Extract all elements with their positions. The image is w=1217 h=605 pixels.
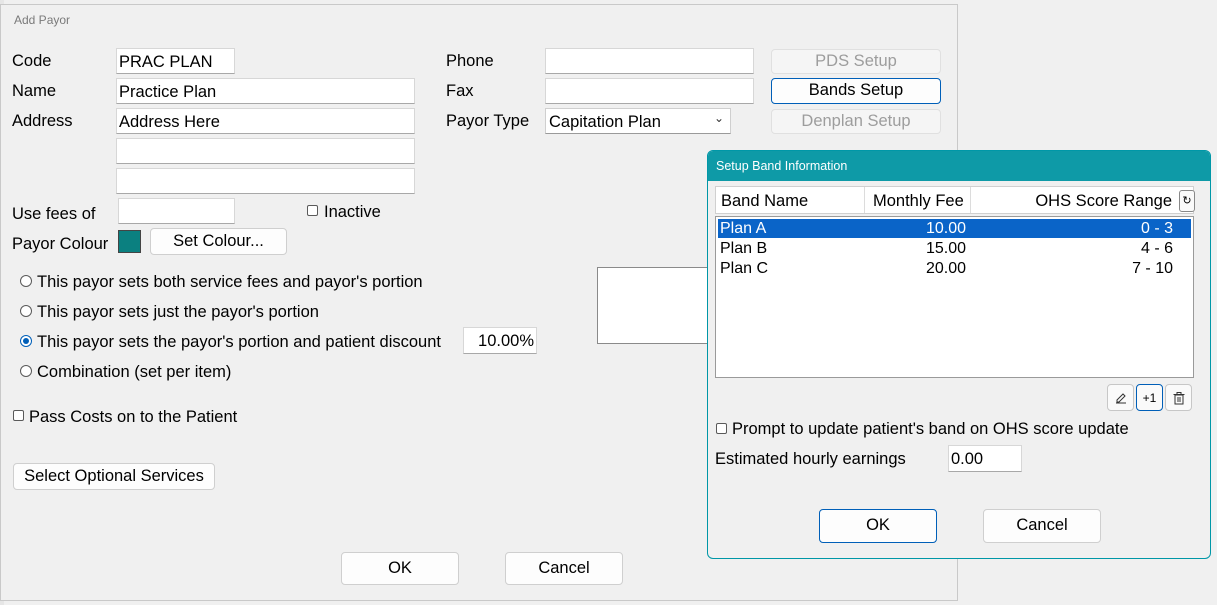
bands-setup-button[interactable]: Bands Setup	[771, 78, 941, 104]
radio-combination-label: Combination (set per item)	[37, 363, 232, 381]
inactive-label: Inactive	[324, 203, 381, 221]
column-monthly-fee[interactable]: Monthly Fee	[873, 189, 964, 213]
pass-costs-checkbox[interactable]	[13, 410, 24, 421]
add-band-button[interactable]: +1	[1136, 384, 1163, 411]
cancel-button[interactable]: Cancel	[505, 552, 623, 585]
table-row[interactable]: Plan C 20.00 7 - 10	[718, 259, 1191, 278]
radio-both-fees[interactable]	[20, 275, 32, 287]
code-field[interactable]: PRAC PLAN	[116, 48, 235, 74]
ohs-range-cell: 4 - 6	[1140, 240, 1173, 257]
select-optional-services-button[interactable]: Select Optional Services	[13, 463, 215, 490]
phone-label: Phone	[446, 52, 494, 70]
payor-colour-swatch	[118, 230, 141, 253]
preview-box	[597, 267, 717, 344]
edit-band-button[interactable]	[1107, 384, 1134, 411]
estimated-earnings-field[interactable]: 0.00	[948, 445, 1022, 472]
column-band-name[interactable]: Band Name	[721, 189, 808, 213]
monthly-fee-cell: 20.00	[925, 260, 966, 277]
pass-costs-label: Pass Costs on to the Patient	[29, 408, 238, 426]
setup-band-dialog: Setup Band Information Band Name Monthly…	[707, 150, 1211, 559]
monthly-fee-cell: 15.00	[925, 240, 966, 257]
column-ohs-score-range[interactable]: OHS Score Range	[978, 189, 1172, 213]
trash-icon	[1173, 392, 1184, 405]
payor-type-value: Capitation Plan	[549, 113, 661, 131]
fax-field[interactable]	[545, 78, 754, 104]
column-divider	[864, 187, 865, 213]
use-fees-label: Use fees of	[12, 205, 96, 223]
dialog-titlebar: Setup Band Information	[708, 151, 1210, 181]
dialog-ok-button[interactable]: OK	[819, 509, 937, 543]
estimated-earnings-label: Estimated hourly earnings	[715, 450, 906, 468]
radio-both-fees-label: This payor sets both service fees and pa…	[37, 273, 423, 291]
address-line-1[interactable]: Address Here	[116, 108, 415, 134]
use-fees-field[interactable]	[118, 198, 235, 224]
ok-button[interactable]: OK	[341, 552, 459, 585]
code-label: Code	[12, 52, 52, 70]
dialog-title: Setup Band Information	[716, 159, 848, 173]
band-name-cell: Plan A	[720, 220, 767, 237]
set-colour-button[interactable]: Set Colour...	[150, 228, 287, 255]
name-field[interactable]: Practice Plan	[116, 78, 415, 104]
window-title: Add Payor	[14, 13, 71, 27]
payor-type-dropdown[interactable]: Capitation Plan ⌄	[545, 108, 731, 134]
prompt-update-checkbox[interactable]	[716, 423, 727, 434]
radio-portion-discount[interactable]	[20, 335, 32, 347]
payor-colour-label: Payor Colour	[12, 235, 109, 253]
address-line-2[interactable]	[116, 138, 415, 164]
radio-combination[interactable]	[20, 365, 32, 377]
denplan-setup-button[interactable]: Denplan Setup	[771, 109, 941, 134]
radio-payor-portion[interactable]	[20, 305, 32, 317]
fax-label: Fax	[446, 82, 474, 100]
refresh-icon[interactable]: ↻	[1179, 190, 1195, 212]
radio-payor-portion-label: This payor sets just the payor's portion	[37, 303, 319, 321]
payor-type-label: Payor Type	[446, 112, 530, 130]
phone-field[interactable]	[545, 48, 754, 74]
prompt-update-label: Prompt to update patient's band on OHS s…	[732, 420, 1129, 438]
chevron-down-icon: ⌄	[714, 111, 725, 125]
inactive-checkbox[interactable]	[307, 205, 318, 216]
ohs-range-cell: 7 - 10	[1132, 260, 1173, 277]
pds-setup-button[interactable]: PDS Setup	[771, 49, 941, 74]
name-label: Name	[12, 82, 57, 100]
address-label: Address	[12, 112, 73, 130]
radio-portion-discount-label: This payor sets the payor's portion and …	[37, 333, 441, 351]
edit-icon	[1115, 393, 1126, 404]
bands-grid: Plan A 10.00 0 - 3 Plan B 15.00 4 - 6 Pl…	[715, 216, 1194, 378]
dialog-cancel-button[interactable]: Cancel	[983, 509, 1101, 543]
column-divider	[970, 187, 971, 213]
address-line-3[interactable]	[116, 168, 415, 194]
delete-band-button[interactable]	[1165, 384, 1192, 411]
monthly-fee-cell: 10.00	[925, 220, 966, 237]
ohs-range-cell: 0 - 3	[1140, 220, 1173, 237]
bands-grid-header: Band Name Monthly Fee OHS Score Range ↻	[715, 186, 1195, 214]
discount-field[interactable]: 10.00%	[463, 327, 537, 354]
band-name-cell: Plan B	[720, 240, 768, 257]
table-row[interactable]: Plan B 15.00 4 - 6	[718, 239, 1191, 258]
table-row[interactable]: Plan A 10.00 0 - 3	[717, 218, 1192, 239]
band-name-cell: Plan C	[720, 260, 769, 277]
